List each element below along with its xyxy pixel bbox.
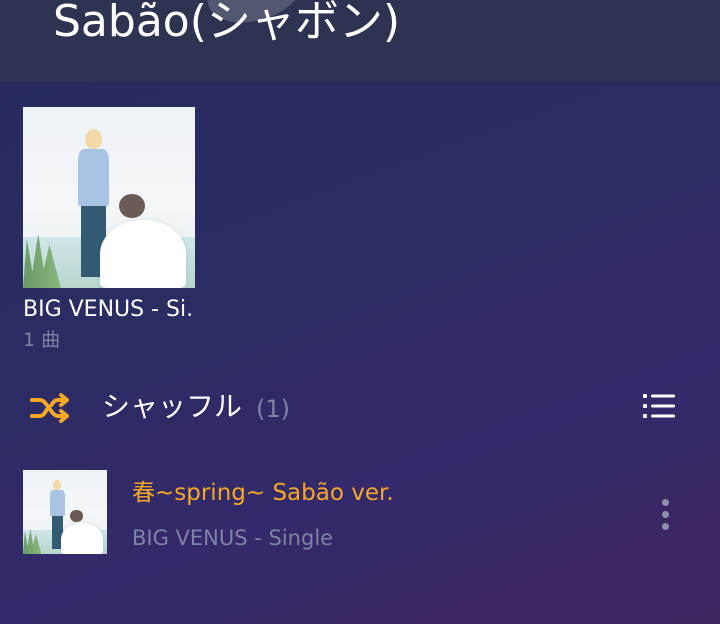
shuffle-all-row[interactable]: シャッフル (1) xyxy=(0,380,720,436)
shuffle-track-count: (1) xyxy=(256,395,290,423)
artist-title: Sabão(シャボン) xyxy=(53,0,401,47)
album-track-count: 1 曲 xyxy=(23,329,61,351)
song-thumbnail xyxy=(23,470,107,554)
album-cover[interactable] xyxy=(23,107,195,288)
song-title: 春~spring~ Sabão ver. xyxy=(132,480,394,506)
album-title: BIG VENUS - Si. xyxy=(23,297,194,322)
list-view-icon[interactable] xyxy=(641,391,677,421)
artist-header: Sabão(シャボン) xyxy=(0,0,720,82)
song-album: BIG VENUS - Single xyxy=(132,526,334,550)
album-card[interactable]: BIG VENUS - Si. 1 曲 xyxy=(23,107,203,351)
shuffle-label[interactable]: シャッフル xyxy=(102,389,242,425)
song-list-item[interactable]: 春~spring~ Sabão ver. BIG VENUS - Single xyxy=(0,468,720,556)
more-vert-icon[interactable] xyxy=(652,496,678,532)
shuffle-icon[interactable] xyxy=(29,392,73,424)
